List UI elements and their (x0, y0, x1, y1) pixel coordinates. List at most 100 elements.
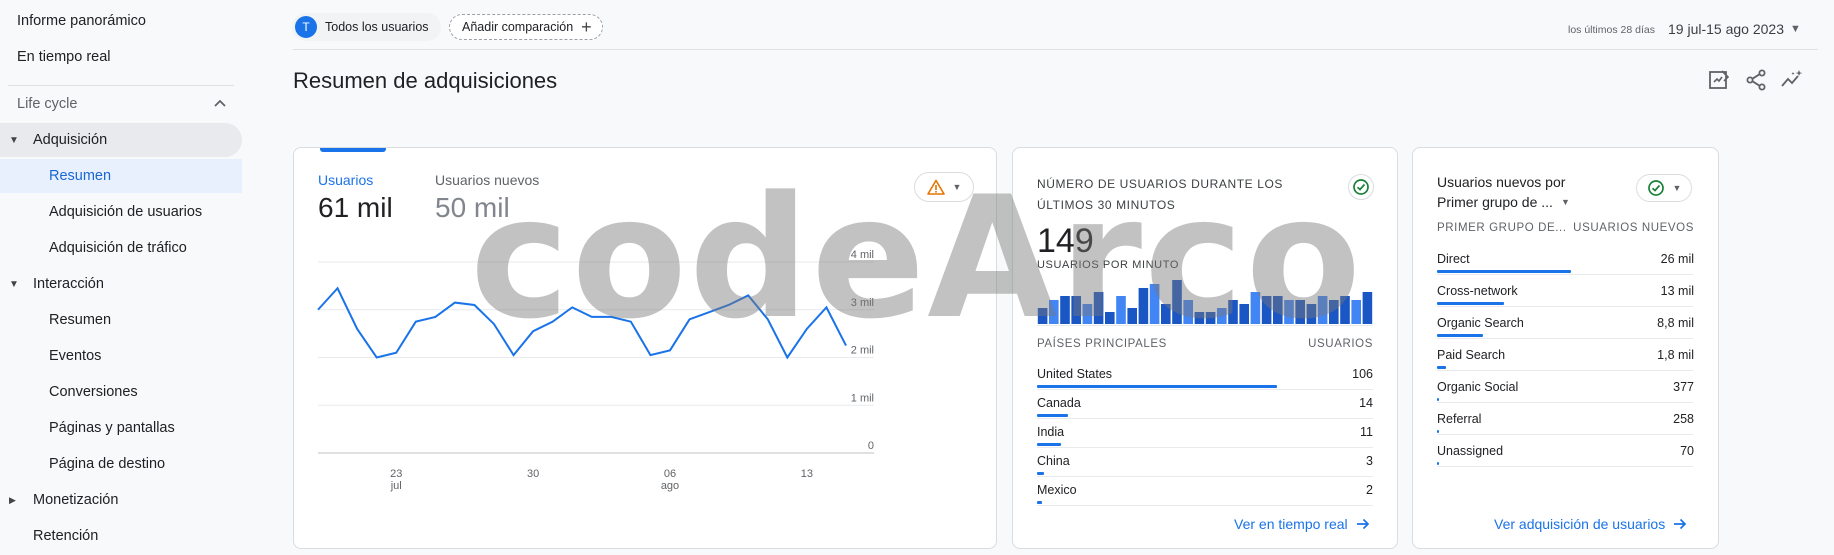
nav-group-monetizacion[interactable]: ▶ Monetización (0, 483, 242, 517)
nav-section-lifecycle[interactable]: Life cycle (0, 87, 242, 121)
minute-bar[interactable] (1149, 284, 1160, 324)
data-point[interactable] (609, 314, 614, 319)
nav-group-retencion[interactable]: Retención (0, 519, 242, 553)
minute-bar[interactable] (1273, 296, 1283, 324)
nav-item-eventos[interactable]: Eventos (0, 339, 242, 373)
minute-bar[interactable] (1093, 292, 1104, 324)
minute-bar[interactable] (1362, 292, 1373, 324)
nav-group-adquisicion[interactable]: ▼ Adquisición (0, 123, 242, 157)
data-point[interactable] (355, 326, 360, 331)
data-point[interactable] (687, 317, 692, 322)
data-point[interactable] (316, 307, 321, 312)
caret-down-icon[interactable]: ▼ (1790, 23, 1801, 35)
nav-item-pagina-destino[interactable]: Página de destino (0, 447, 242, 481)
table-row-label[interactable]: United States (1037, 367, 1112, 381)
nav-item-adquisicion-trafico[interactable]: Adquisición de tráfico (0, 231, 242, 265)
nav-group-interaccion[interactable]: ▼ Interacción (0, 267, 242, 301)
minute-bar[interactable] (1138, 288, 1149, 324)
segment-chip[interactable]: T Todos los usuarios (292, 13, 441, 41)
table-row-label[interactable]: Direct (1437, 252, 1470, 266)
minute-bar[interactable] (1071, 296, 1081, 324)
data-point[interactable] (452, 300, 457, 305)
data-point[interactable] (628, 319, 633, 324)
table-row-label[interactable]: Organic Search (1437, 316, 1524, 330)
data-point[interactable] (668, 348, 673, 353)
minute-bar[interactable] (1116, 296, 1126, 324)
minute-bar[interactable] (1329, 300, 1339, 324)
nav-item-paginas-pantallas[interactable]: Páginas y pantallas (0, 411, 242, 445)
data-point[interactable] (550, 319, 555, 324)
minute-bar[interactable] (1205, 312, 1216, 324)
data-point[interactable] (765, 317, 770, 322)
minute-bar[interactable] (1317, 296, 1328, 324)
data-point[interactable] (804, 326, 809, 331)
data-point[interactable] (374, 355, 379, 360)
minute-bar[interactable] (1172, 280, 1182, 324)
minute-bar[interactable] (1306, 304, 1317, 324)
data-point[interactable] (472, 302, 477, 307)
table-row-value: 1,8 mil (1657, 348, 1694, 362)
data-point[interactable] (570, 305, 575, 310)
minute-bar[interactable] (1082, 304, 1093, 324)
minute-bar[interactable] (1049, 300, 1059, 324)
nav-informe-panoramico[interactable]: Informe panorámico (0, 4, 242, 38)
minute-bar[interactable] (1295, 300, 1305, 324)
table-row-label[interactable]: China (1037, 454, 1070, 468)
nav-tiempo-real[interactable]: En tiempo real (0, 40, 242, 74)
minute-bar[interactable] (1261, 296, 1272, 324)
minute-bar[interactable] (1351, 300, 1361, 324)
data-point[interactable] (746, 293, 751, 298)
nav-item-conversiones[interactable]: Conversiones (0, 375, 242, 409)
table-row-label[interactable]: Paid Search (1437, 348, 1505, 362)
minute-bar[interactable] (1239, 304, 1249, 324)
check-circle-icon[interactable] (1348, 174, 1374, 200)
data-point[interactable] (531, 329, 536, 334)
table-divider (1037, 325, 1373, 326)
view-realtime-link[interactable]: Ver en tiempo real (1234, 516, 1370, 532)
date-range-picker[interactable]: 19 jul-15 ago 2023 (1668, 21, 1784, 37)
data-point[interactable] (844, 343, 849, 348)
table-row-label[interactable]: Mexico (1037, 483, 1077, 497)
data-point[interactable] (824, 305, 829, 310)
minute-bar[interactable] (1217, 308, 1227, 324)
table-row-label[interactable]: Organic Social (1437, 380, 1518, 394)
minute-bar[interactable] (1105, 312, 1115, 324)
data-point[interactable] (492, 322, 497, 327)
data-point[interactable] (433, 314, 438, 319)
share-icon[interactable] (1744, 68, 1768, 92)
minute-bar[interactable] (1037, 308, 1048, 324)
insights-icon[interactable] (1780, 68, 1804, 92)
minute-bar[interactable] (1284, 300, 1294, 324)
nav-item-resumen-interaccion[interactable]: Resumen (0, 303, 242, 337)
table-row-label[interactable]: Unassigned (1437, 444, 1503, 458)
data-point[interactable] (413, 319, 418, 324)
data-point[interactable] (726, 302, 731, 307)
table-row-share-bar (1437, 462, 1439, 465)
minute-bar[interactable] (1183, 300, 1193, 324)
data-point[interactable] (648, 353, 653, 358)
view-user-acquisition-link[interactable]: Ver adquisición de usuarios (1494, 516, 1687, 532)
data-point[interactable] (707, 310, 712, 315)
add-comparison-button[interactable]: Añadir comparación + (449, 14, 603, 40)
data-point[interactable] (511, 353, 516, 358)
table-row-label[interactable]: Cross-network (1437, 284, 1518, 298)
minute-bar[interactable] (1250, 292, 1261, 324)
table-row-label[interactable]: Referral (1437, 412, 1481, 426)
nav-item-adquisicion-usuarios[interactable]: Adquisición de usuarios (0, 195, 242, 229)
nav-item-resumen-adquisicion[interactable]: Resumen (0, 159, 242, 193)
data-point[interactable] (335, 286, 340, 291)
data-point[interactable] (589, 314, 594, 319)
minute-bar[interactable] (1161, 304, 1171, 324)
minute-bar[interactable] (1228, 300, 1238, 324)
minute-bar[interactable] (1127, 308, 1137, 324)
edit-report-icon[interactable] (1707, 68, 1731, 92)
data-point[interactable] (785, 355, 790, 360)
table-row-label[interactable]: India (1037, 425, 1064, 439)
minute-bar[interactable] (1194, 312, 1205, 324)
minute-bar[interactable] (1340, 296, 1350, 324)
dimension-selector[interactable]: Primer grupo de ... ▼ (1437, 194, 1570, 210)
data-point[interactable] (394, 350, 399, 355)
table-row-label[interactable]: Canada (1037, 396, 1081, 410)
data-quality-check-button[interactable]: ▼ (1636, 174, 1692, 202)
minute-bar[interactable] (1060, 296, 1070, 324)
